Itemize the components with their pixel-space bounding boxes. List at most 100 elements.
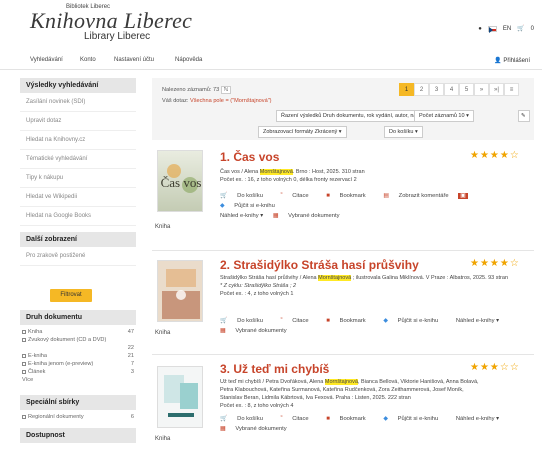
facet-option[interactable]: Kniha 47 [22, 328, 134, 336]
borrow-ebook-button[interactable]: ◆ Půjčit si e-knihu [220, 203, 283, 209]
book-cover[interactable] [157, 366, 203, 428]
ebook-preview-button[interactable]: Náhled e-knihy ▾ [456, 416, 499, 422]
action-label: Vybrané dokumenty [288, 213, 340, 219]
sidebar-link-wikipedia[interactable]: Hledat ve Wikipedii [20, 188, 136, 207]
ebook-preview-button[interactable]: Náhled e-knihy ▾ [456, 318, 499, 324]
login-link[interactable]: 👤 Přihlášení [494, 57, 530, 64]
view-format-select[interactable]: Zobrazovací formáty Zkrácený ▾ [258, 126, 347, 138]
page-5[interactable]: 5 [459, 83, 474, 96]
book-cover[interactable] [157, 260, 203, 322]
rss-icon[interactable]: ℕ [220, 86, 232, 94]
bookmark-button[interactable]: ■ Bookmark [326, 318, 373, 324]
selected-documents-button[interactable]: ▦ Vybrané dokumenty [220, 426, 295, 432]
record-meta-line: Stanislav Beran, Lidmila Kábrtová, Iva F… [220, 395, 411, 401]
sidebar-link-thematic[interactable]: Tématické vyhledávání [20, 150, 136, 169]
cite-button[interactable]: ” Citace [281, 416, 317, 422]
meta-highlight[interactable]: Mornštajnová [324, 379, 358, 385]
sort-select[interactable]: Řazení výsledků Druh dokumentu, rok vydá… [276, 110, 435, 122]
facet-doc-type: Druh dokumentu Kniha 47 Zvukový dokument … [20, 310, 136, 384]
show-comments-button[interactable]: ▤ Zobrazit komentáře ▣ [383, 193, 475, 199]
sidebar-link-knihovny[interactable]: Hledat na Knihovny.cz [20, 131, 136, 150]
checkbox-icon[interactable] [22, 329, 26, 334]
nav-item-settings[interactable]: Nastavení účtu [114, 57, 154, 63]
page-next[interactable]: » [474, 83, 489, 96]
checkbox-icon[interactable] [22, 414, 26, 419]
record-actions: 🛒 Do košíku ” Citace ■ Bookmark ◆ Půjčit… [220, 414, 532, 434]
page-options[interactable]: ≡ [504, 83, 519, 96]
documents-icon: ▦ [272, 213, 281, 219]
sidebar-link-visually-impaired[interactable]: Pro zrakově postižené [20, 247, 136, 266]
action-label: Vybrané dokumenty [235, 426, 287, 432]
borrow-ebook-button[interactable]: ◆ Půjčit si e-knihu [383, 416, 446, 422]
documents-icon: ▦ [220, 426, 228, 432]
facet-doc-type-title: Druh dokumentu [20, 310, 136, 325]
checkbox-icon[interactable] [22, 337, 26, 342]
cite-button[interactable]: ” Citace [281, 318, 317, 324]
sidebar-link-edit-query[interactable]: Upravit dotaz [20, 112, 136, 131]
checkbox-icon[interactable] [22, 361, 26, 366]
sidebar-link-sdi[interactable]: Zasílání novinek (SDI) [20, 93, 136, 112]
edit-icon[interactable]: ✎ [518, 110, 530, 122]
filter-button[interactable]: Filtrovat [50, 289, 92, 302]
add-to-cart-button[interactable]: 🛒 Do košíku [220, 193, 271, 199]
add-to-cart-button[interactable]: 🛒 Do košíku [220, 318, 271, 324]
checkbox-icon[interactable] [22, 353, 26, 358]
facet-option[interactable]: Regionální dokumenty 6 [22, 413, 134, 421]
action-label: Do košíku [237, 416, 263, 422]
language-label[interactable]: EN [503, 26, 511, 32]
nav-item-search[interactable]: Vyhledávání [30, 57, 63, 63]
login-label: Přihlášení [503, 58, 530, 64]
record-meta-line: Už teď mi chybíš / Petra Dvořáková, Alen… [220, 378, 532, 386]
record-title[interactable]: 3. Už teď mi chybíš [220, 362, 329, 376]
facet-option[interactable]: Článek 3 [22, 368, 134, 376]
record-title[interactable]: 2. Strašidýlko Stráša hasí průšvihy [220, 258, 419, 272]
page-2[interactable]: 2 [414, 83, 429, 96]
action-label: Do košíku [237, 318, 263, 324]
sidebar-link-tips[interactable]: Tipy k nákupu [20, 169, 136, 188]
action-label: Citace [292, 318, 309, 324]
ebook-icon: ◆ [220, 203, 227, 209]
borrow-ebook-button[interactable]: ◆ Půjčit si e-knihu [383, 318, 446, 324]
meta-text: ; ilustrovala Galina Miklínová. V Praze … [351, 275, 508, 281]
ebook-preview-button[interactable]: Náhled e-knihy ▾ [220, 213, 263, 219]
bookmark-button[interactable]: ■ Bookmark [326, 193, 373, 199]
query-text[interactable]: Všechna pole = ("Mornštajnová") [190, 98, 272, 104]
facet-more-link[interactable]: Více [22, 376, 134, 384]
nav-item-account[interactable]: Konto [80, 57, 96, 63]
cite-button[interactable]: ” Citace [281, 193, 317, 199]
facet-option[interactable]: E-kniha jenom (e-preview) 7 [22, 360, 134, 368]
meta-text: Čas vos / Alena [220, 169, 260, 175]
page-4[interactable]: 4 [444, 83, 459, 96]
accessibility-icon[interactable]: ● [478, 26, 482, 32]
cart-icon[interactable]: 🛒 [517, 25, 524, 32]
selected-documents-button[interactable]: ▦ Vybrané dokumenty [220, 328, 295, 334]
sidebar-link-google-books[interactable]: Hledat na Google Books [20, 207, 136, 226]
book-cover[interactable]: Čas vos [157, 150, 203, 212]
meta-highlight[interactable]: Mornštajnová [318, 275, 352, 281]
documents-icon: ▦ [220, 328, 228, 334]
record-meta: Strašidýlko Stráša hasí průšvihy / Alena… [220, 274, 532, 298]
facet-option[interactable]: E-kniha 21 [22, 352, 134, 360]
facet-option-label: Zvukový dokument (CD a DVD) [28, 337, 107, 343]
add-to-cart-button[interactable]: 🛒 Do košíku [220, 416, 271, 422]
page-3[interactable]: 3 [429, 83, 444, 96]
per-page-select[interactable]: Počet záznamů 10 ▾ [414, 110, 474, 122]
meta-highlight[interactable]: Mornštajnová [259, 169, 293, 175]
nav-item-help[interactable]: Nápověda [175, 57, 202, 63]
record-copies: Počet ex. : 16, z toho volných 0, délka … [220, 177, 357, 183]
action-label: Půjčit si e-knihu [397, 318, 439, 324]
facet-option[interactable]: Zvukový dokument (CD a DVD) [22, 336, 134, 344]
action-label: Bookmark [339, 193, 366, 199]
bookmark-button[interactable]: ■ Bookmark [326, 416, 373, 422]
action-label: Půjčit si e-knihu [397, 416, 439, 422]
facet-option-label: Kniha [28, 329, 43, 335]
checkbox-icon[interactable] [22, 369, 26, 374]
page-last[interactable]: »| [489, 83, 504, 96]
record-series[interactable]: * Z cyklu: Strašidýlko Stráša ; 2 [220, 282, 532, 290]
selected-documents-button[interactable]: ▦ Vybrané dokumenty [273, 213, 348, 219]
cart-select[interactable]: Do košíku ▾ [384, 126, 423, 138]
record-separator [152, 354, 534, 355]
page-1[interactable]: 1 [399, 83, 414, 96]
record-title[interactable]: 1. Čas vos [220, 150, 279, 164]
language-flag-icon[interactable] [487, 25, 497, 33]
